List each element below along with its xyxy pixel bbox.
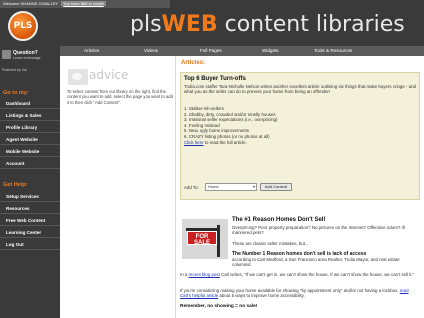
paragraph-text: Carl writes, "If we can't get in, we can… (219, 272, 415, 277)
paragraph-text: In a (180, 272, 189, 277)
speech-bubble-icon (68, 69, 88, 85)
nav-widgets[interactable]: Widgets (262, 46, 279, 56)
sidebar-item-agent-website[interactable]: Agent Website (0, 134, 60, 145)
site-brand-title: plsWEB content libraries (130, 12, 405, 37)
blog-post-link[interactable]: recent blog post (189, 272, 220, 277)
brand-prefix: pls (130, 12, 162, 37)
brand-web: WEB (161, 12, 218, 37)
sidebar-item-dashboard[interactable]: Dashboard (0, 98, 60, 109)
article-paragraph: In a recent blog post Carl writes, "If w… (180, 272, 420, 277)
sidebar-item-account[interactable]: Account (0, 158, 60, 169)
credit-link[interactable]: You have $88 in credit! (61, 1, 106, 6)
sidebar-item-free-web-content[interactable]: Free Web Content (0, 215, 60, 226)
welcome-text: Welcome SHANNE O'MALLEY (3, 1, 59, 6)
read-more-line: Click here to read the full article. (184, 140, 277, 146)
article-card: FOR SALE The #1 Reason Homes Don't Sell … (180, 208, 420, 316)
nav-articles[interactable]: Articles (84, 46, 99, 56)
main-nav: Articles Videos Full Pages Widgets Tools… (60, 46, 424, 56)
articles-heading: Articles: (181, 60, 206, 66)
sign-board: FOR SALE (187, 231, 217, 246)
nav-tools-resources[interactable]: Tools & Resources (314, 46, 352, 56)
paragraph-text: about 5 ways to improve home accessibili… (218, 293, 305, 299)
add-to-select[interactable]: Home (205, 183, 257, 191)
logo[interactable]: PLS (4, 11, 42, 45)
add-content-button[interactable]: Add Content (260, 183, 292, 191)
read-article-link[interactable]: Click here (184, 140, 204, 145)
add-to-label: Add To: (184, 185, 199, 190)
read-more-text: to read the full article. (203, 139, 247, 145)
advice-text: To select content from our library on th… (67, 89, 173, 105)
sidebar-item-listings-sales[interactable]: Listings & Sales (0, 110, 60, 121)
question-subtitle: Leave a message (13, 56, 41, 60)
advice-title: advice (89, 68, 129, 82)
site-header: Welcome SHANNE O'MALLEY You have $88 in … (0, 0, 424, 46)
article-point: 3. Irrational seller expectations (i.e.,… (184, 117, 278, 123)
brand-suffix: content libraries (217, 12, 405, 37)
sidebar-item-profile-library[interactable]: Profile Library (0, 122, 60, 133)
nav-videos[interactable]: Videos (144, 46, 158, 56)
article-title: Top 6 Buyer Turn-offs (184, 76, 246, 82)
welcome-bar: Welcome SHANNE O'MALLEY You have $88 in … (0, 0, 170, 8)
sidebar-item-learning-center[interactable]: Learning Center (0, 227, 60, 238)
sidebar-item-mobile-website[interactable]: Mobile Website (0, 146, 60, 157)
left-sidebar: Question? Leave a message Powered by: Ik… (0, 46, 60, 318)
sidebar-item-log-out[interactable]: Log Out (0, 239, 60, 250)
article-title: The #1 Reason Homes Don't Sell (232, 217, 326, 223)
nav-full-pages[interactable]: Full Pages (200, 46, 222, 56)
sidebar-item-resources[interactable]: Resources (0, 203, 60, 214)
for-sale-sign-image: FOR SALE (182, 219, 228, 259)
sidebar-item-setup-services[interactable]: Setup Services (0, 191, 60, 202)
question-icon (2, 50, 11, 59)
powered-by: Powered by: Ike (2, 68, 28, 72)
pls-logo-badge: PLS (8, 11, 38, 41)
main-content: Articles: Top 6 Buyer Turn-offs Trulia.c… (176, 56, 424, 318)
article-paragraph: If you're considering making your home a… (180, 288, 420, 299)
article-intro: Trulia.com staffer Tara-Nicholle Nelson … (184, 84, 416, 95)
help-heading: Get Help: (3, 182, 28, 188)
article-closing: Remember, no showing = no sale! (180, 304, 258, 309)
article-intro-2: These are classic seller mistakes, but..… (232, 241, 309, 246)
article-intro: Overpricing? Poor property preparation? … (232, 225, 405, 236)
for-sale-text: FOR SALE (193, 234, 210, 246)
advice-panel: advice To select content from our librar… (60, 56, 176, 318)
paragraph-text: If you're considering making your home a… (180, 288, 400, 293)
goto-heading: Go to my: (3, 90, 29, 96)
article-subtext: according to Carl Medford, a San Francis… (232, 257, 400, 268)
question-box[interactable]: Question? Leave a message (0, 48, 60, 62)
article-card: Top 6 Buyer Turn-offs Trulia.com staffer… (180, 72, 420, 200)
article-points: 1. Stalker-ish-sellers 2. Shabby, dirty,… (184, 106, 277, 145)
